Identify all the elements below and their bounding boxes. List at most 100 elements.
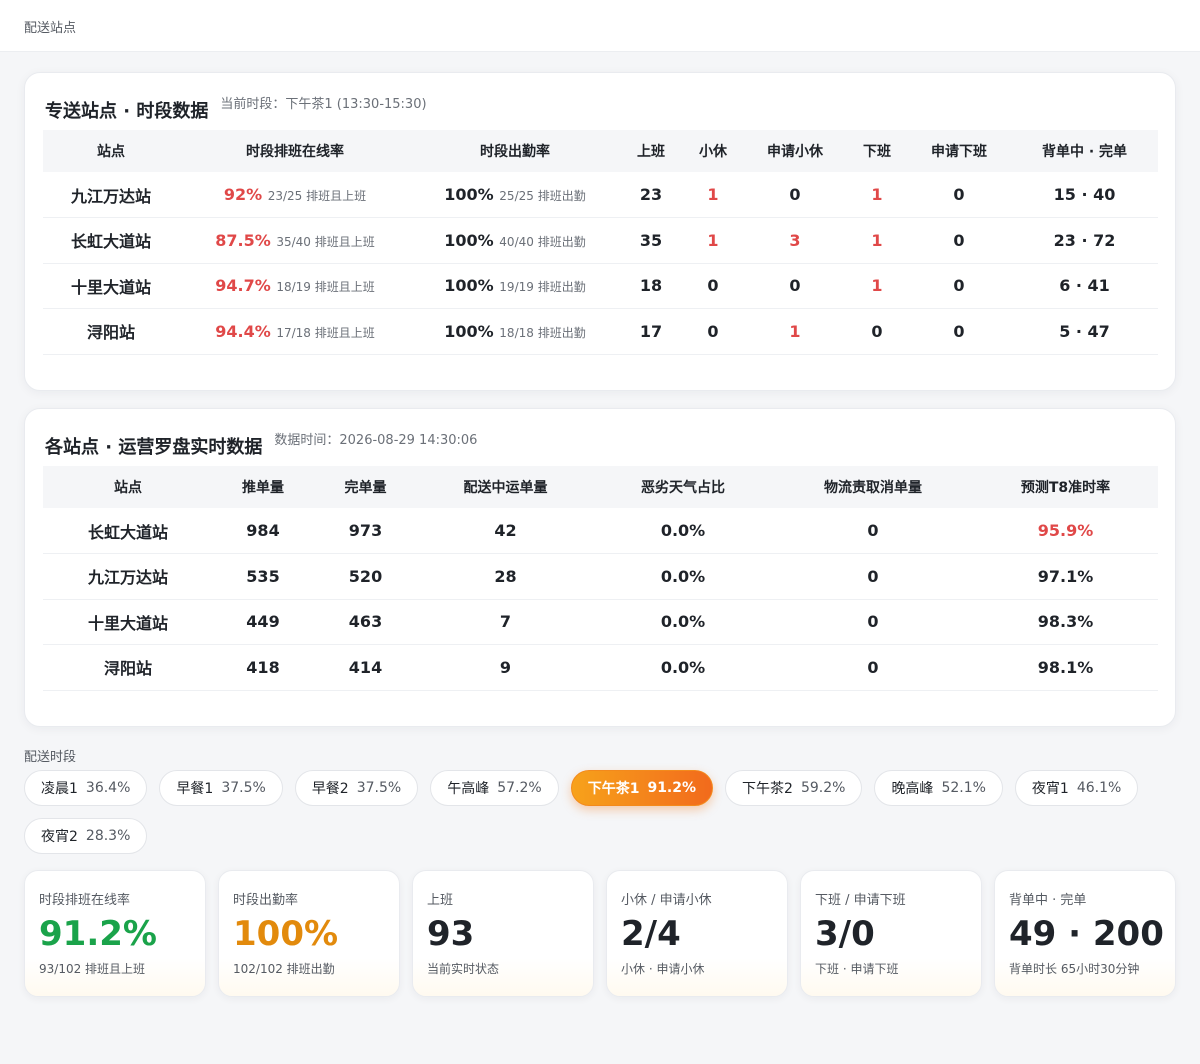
table-header-row: 站点 推单量 完单量 配送中运单量 恶劣天气占比 物流责取消单量 预测T8准时率 (43, 466, 1158, 508)
done-count: 414 (313, 644, 418, 691)
table-row: 十里大道站 94.7% 18/19 排班且上班 100% 19/19 排班出勤 … (43, 263, 1158, 309)
ops-compass-card: 各站点 · 运营罗盘实时数据 数据时间：2026-08-29 14:30:06 … (24, 408, 1176, 727)
online-rate: 87.5% (215, 230, 271, 250)
period-rate: 28.3% (85, 828, 131, 844)
rest-count: 1 (683, 217, 743, 264)
apply-rest-count: 3 (743, 217, 847, 264)
attendance-rate: 100% (444, 230, 494, 250)
period-chip[interactable]: 早餐1 37.5% (159, 770, 283, 806)
delivering-count: 7 (418, 599, 593, 645)
push-count: 418 (213, 644, 313, 691)
apply-rest-count: 0 (743, 263, 847, 309)
bad-weather-ratio: 0.0% (593, 508, 773, 554)
table-row: 浔阳站 418 414 9 0.0% 0 98.1% (43, 644, 1158, 691)
attendance-detail: 18/18 排班出勤 (499, 325, 586, 340)
period-chip[interactable]: 凌晨1 36.4% (24, 770, 148, 806)
ops-compass-table: 站点 推单量 完单量 配送中运单量 恶劣天气占比 物流责取消单量 预测T8准时率… (43, 466, 1158, 691)
column-header: 预测T8准时率 (1020, 480, 1111, 496)
stat-card-on-duty: 上班 93 当前实时状态 (412, 870, 594, 997)
stat-note: 小休 · 申请小休 (621, 962, 705, 976)
station-name: 长虹大道站 (43, 217, 179, 264)
period-chip[interactable]: 夜宵1 46.1% (1014, 770, 1139, 806)
online-rate-cell: 94.4% 17/18 排班且上班 (179, 308, 411, 355)
on-duty-count: 17 (619, 308, 683, 355)
stat-value: 49 · 200 (1009, 914, 1164, 954)
off-duty-count: 0 (847, 308, 907, 355)
period-rate: 37.5% (356, 780, 402, 796)
column-header: 物流责取消单量 (824, 480, 922, 496)
period-name: 下午茶1 (587, 781, 640, 797)
stat-label: 时段出勤率 (233, 893, 299, 908)
push-count: 535 (213, 553, 313, 600)
t8-ontime-rate: 97.1% (973, 553, 1158, 600)
period-chip-active[interactable]: 下午茶1 91.2% (570, 770, 714, 806)
on-duty-count: 35 (619, 217, 683, 264)
logistics-cancel-count: 0 (773, 599, 973, 645)
bad-weather-ratio: 0.0% (593, 553, 773, 600)
period-chip[interactable]: 早餐2 37.5% (294, 770, 419, 806)
stat-card-off-duty: 下班 / 申请下班 3/0 下班 · 申请下班 (800, 870, 982, 997)
online-rate-detail: 23/25 排班且上班 (267, 189, 367, 203)
period-chip[interactable]: 午高峰 57.2% (430, 770, 559, 806)
stat-note: 102/102 排班出勤 (233, 962, 335, 976)
stat-value: 2/4 (621, 914, 681, 954)
column-header: 申请下班 (931, 144, 987, 160)
period-name: 早餐2 (311, 781, 349, 797)
stat-label: 小休 / 申请小休 (621, 893, 712, 908)
stat-value: 91.2% (39, 914, 157, 954)
t8-ontime-rate: 98.3% (973, 599, 1158, 645)
online-rate-cell: 94.7% 18/19 排班且上班 (179, 263, 411, 309)
apply-rest-count: 1 (743, 308, 847, 355)
table-row: 九江万达站 92% 23/25 排班且上班 100% 25/25 排班出勤 23… (43, 172, 1158, 218)
period-chip[interactable]: 夜宵2 28.3% (24, 818, 148, 854)
carry-done-count: 5 · 47 (1011, 308, 1158, 355)
bad-weather-ratio: 0.0% (593, 644, 773, 691)
online-rate: 94.7% (215, 276, 271, 296)
push-count: 449 (213, 599, 313, 645)
carry-done-count: 15 · 40 (1011, 172, 1158, 218)
card-title: 各站点 · 运营罗盘实时数据 (45, 437, 263, 458)
column-header: 完单量 (344, 480, 387, 496)
table-row: 十里大道站 449 463 7 0.0% 0 98.3% (43, 599, 1158, 645)
column-header: 恶劣天气占比 (641, 480, 725, 496)
breadcrumb: 配送站点 (0, 0, 1200, 52)
online-rate-detail: 18/19 排班且上班 (276, 280, 375, 295)
done-count: 463 (313, 599, 418, 645)
done-count: 520 (313, 553, 418, 600)
table-row: 长虹大道站 984 973 42 0.0% 0 95.9% (43, 508, 1158, 554)
column-header: 站点 (114, 480, 142, 496)
period-name: 凌晨1 (41, 781, 78, 797)
logistics-cancel-count: 0 (773, 508, 973, 554)
apply-off-count: 0 (907, 172, 1011, 218)
column-header: 站点 (97, 144, 125, 160)
online-rate-cell: 87.5% 35/40 排班且上班 (179, 217, 411, 264)
rest-count: 0 (683, 308, 743, 355)
station-name: 十里大道站 (43, 263, 179, 309)
period-chip-list: 凌晨1 36.4% 早餐1 37.5% 早餐2 37.5% 午高峰 57.2% 下午茶1… (24, 770, 1176, 854)
period-name: 早餐1 (176, 781, 214, 797)
attendance-cell: 100% 25/25 排班出勤 (411, 172, 619, 218)
table-header-row: 站点 时段排班在线率 时段出勤率 上班 小休 申请小休 下班 申请下班 背单中 … (43, 130, 1158, 172)
logistics-cancel-count: 0 (773, 553, 973, 600)
period-chip[interactable]: 晚高峰 52.1% (874, 770, 1003, 806)
stat-note: 93/102 排班且上班 (39, 962, 146, 976)
station-name: 浔阳站 (43, 308, 179, 355)
period-name: 夜宵1 (1031, 781, 1069, 797)
summary-stats: 时段排班在线率 91.2% 93/102 排班且上班 时段出勤率 100% 10… (24, 870, 1176, 997)
stat-label: 上班 (427, 893, 454, 908)
column-header: 时段出勤率 (480, 144, 550, 160)
bad-weather-ratio: 0.0% (593, 599, 773, 645)
rest-count: 0 (683, 263, 743, 309)
stat-card-attendance-rate: 时段出勤率 100% 102/102 排班出勤 (218, 870, 400, 997)
stat-note: 背单时长 65小时30分钟 (1009, 962, 1140, 976)
station-name: 九江万达站 (43, 172, 179, 218)
stat-value: 100% (233, 914, 339, 954)
period-chip[interactable]: 下午茶2 59.2% (725, 770, 863, 806)
stat-label: 背单中 · 完单 (1009, 893, 1087, 908)
online-rate-detail: 35/40 排班且上班 (276, 234, 375, 249)
column-header: 小休 (699, 144, 727, 160)
attendance-detail: 25/25 排班出勤 (499, 189, 586, 203)
attendance-rate: 100% (444, 276, 494, 296)
stat-label: 下班 / 申请下班 (815, 893, 906, 908)
stat-label: 时段排班在线率 (39, 893, 131, 908)
